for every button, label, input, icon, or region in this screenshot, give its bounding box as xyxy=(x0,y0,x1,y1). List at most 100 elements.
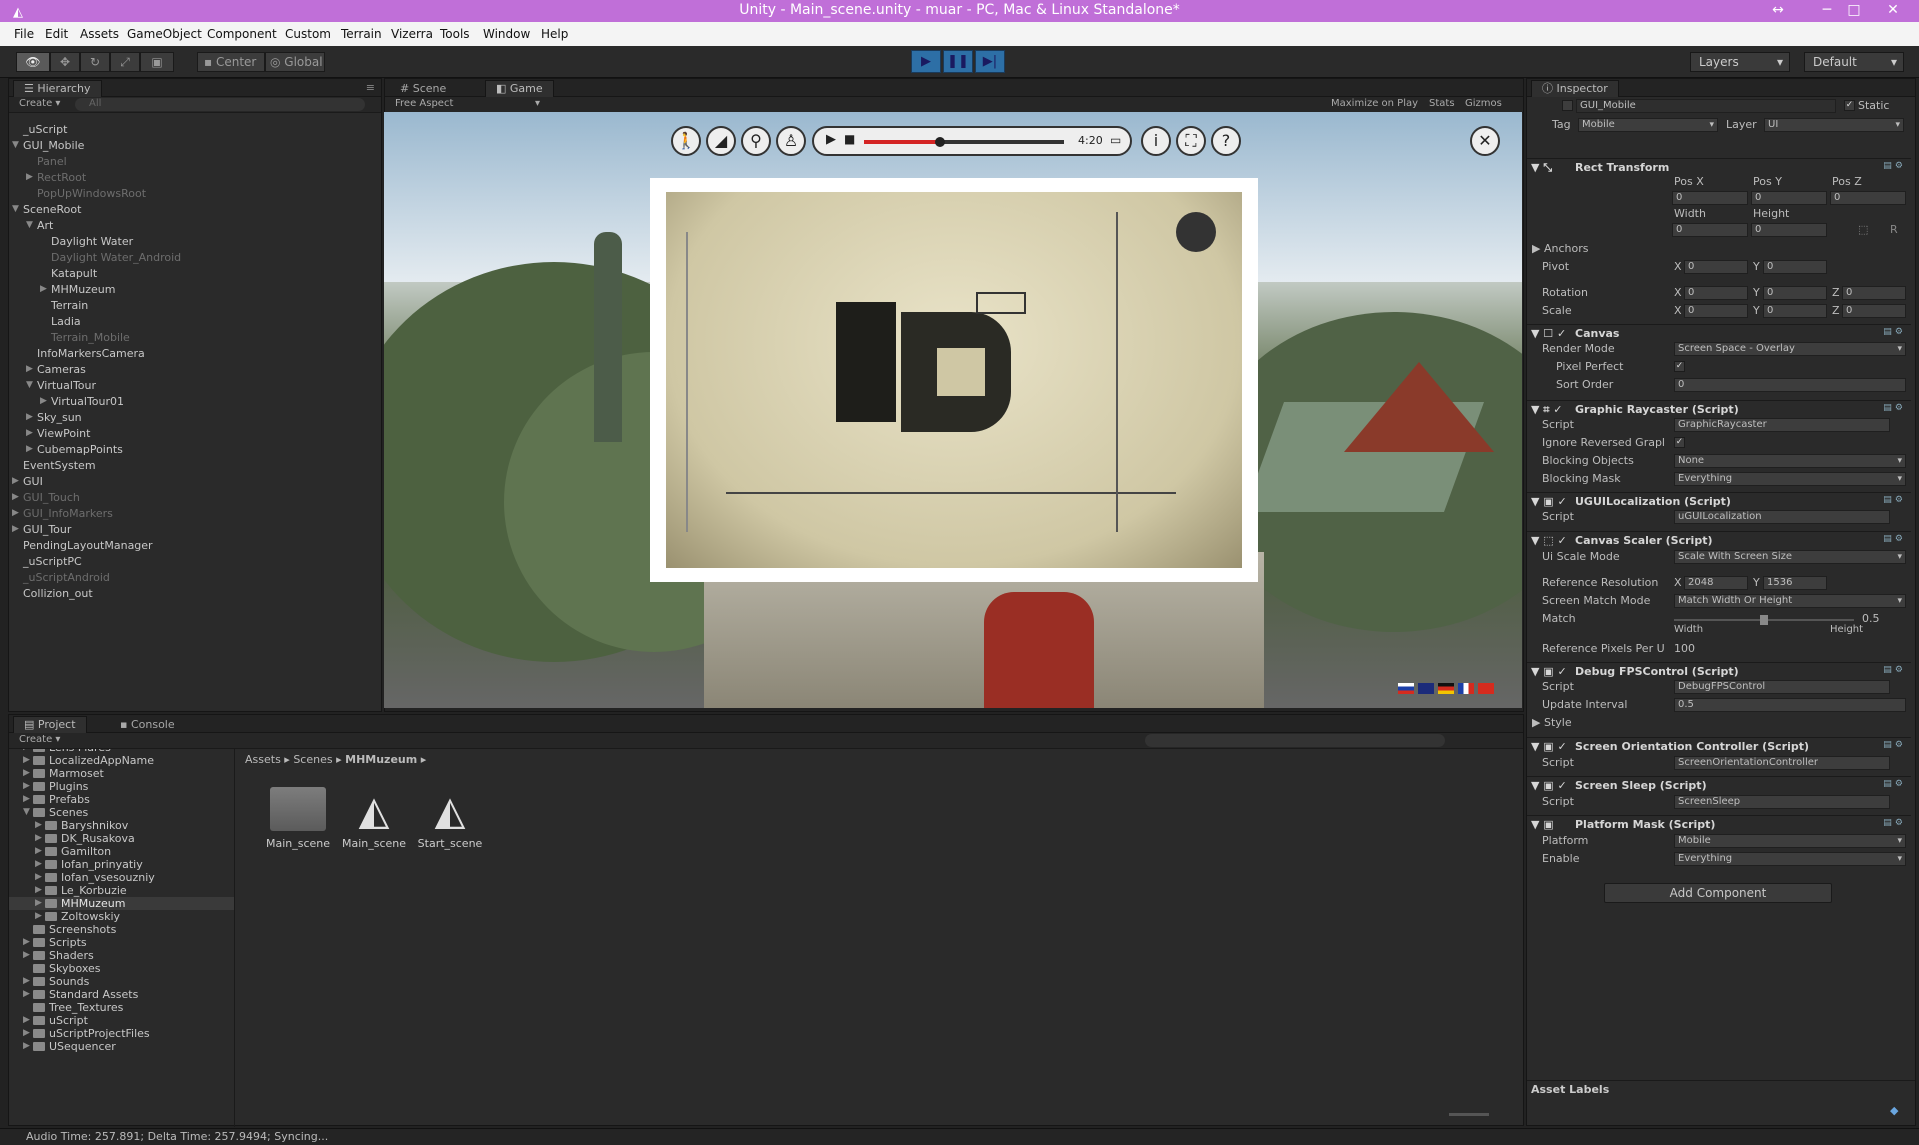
pos-x-field[interactable]: 0 xyxy=(1672,191,1748,205)
pivot-center-button[interactable]: ▪ Center xyxy=(197,52,265,72)
collapsed-arrow-icon[interactable]: ▶ xyxy=(23,1015,30,1025)
menu-component[interactable]: Component xyxy=(207,27,277,41)
fly-icon[interactable]: ◢ xyxy=(706,126,736,156)
hierarchy-item[interactable]: Ladia xyxy=(51,315,81,328)
tab-hierarchy[interactable]: ☰ Hierarchy xyxy=(13,80,102,97)
close-overlay-icon[interactable]: ✕ xyxy=(1470,126,1500,156)
fullscreen-icon[interactable]: ⛶ xyxy=(1176,126,1206,156)
hierarchy-item[interactable]: Terrain xyxy=(51,299,88,312)
menu-file[interactable]: File xyxy=(14,27,34,41)
hierarchy-item[interactable]: Katapult xyxy=(51,267,97,280)
canvas-header[interactable]: ▼ ☐ ✓ Canvas ▤ ⚙ xyxy=(1527,324,1911,342)
collapsed-arrow-icon[interactable]: ▶ xyxy=(35,872,42,882)
progress-knob[interactable] xyxy=(935,137,945,147)
tab-game[interactable]: ◧ Game xyxy=(485,80,554,97)
tab-project[interactable]: ▤ Project xyxy=(13,716,87,733)
resize-icon[interactable]: ↔ xyxy=(1766,0,1790,20)
collapsed-arrow-icon[interactable]: ▶ xyxy=(23,1028,30,1038)
hierarchy-item[interactable]: ▶ GUI_Touch xyxy=(12,491,80,504)
ignore-reversed-checkbox[interactable]: ✓ xyxy=(1674,437,1685,448)
collapsed-arrow-icon[interactable]: ▶ xyxy=(23,749,30,752)
tab-inspector[interactable]: ⓘ Inspector xyxy=(1531,80,1619,97)
hierarchy-item[interactable]: Panel xyxy=(37,155,67,168)
collapsed-arrow-icon[interactable]: ▶ xyxy=(23,768,30,778)
collapsed-arrow-icon[interactable]: ▶ xyxy=(35,820,42,830)
hierarchy-item[interactable]: ▶ ViewPoint xyxy=(26,427,90,440)
collapsed-arrow-icon[interactable]: ▶ xyxy=(23,976,30,986)
project-folder-item[interactable]: ▼ Scenes xyxy=(23,806,88,819)
canvas-scaler-header[interactable]: ▼ ⬚ ✓ Canvas Scaler (Script) ▤ ⚙ xyxy=(1527,531,1911,549)
aspect-dropdown[interactable]: Free Aspect xyxy=(395,98,453,109)
platform-dropdown[interactable]: Mobile xyxy=(1674,834,1906,848)
project-folder-item[interactable]: ▶ DK_Rusakova xyxy=(35,832,135,845)
hierarchy-item[interactable]: ▶ GUI_Tour xyxy=(12,523,71,536)
collapsed-arrow-icon[interactable]: ▶ xyxy=(40,396,47,406)
rotate-tool-button[interactable]: ↻ xyxy=(80,52,110,72)
icon-size-slider[interactable] xyxy=(1449,1113,1489,1116)
pause-button[interactable]: ❚❚ xyxy=(943,50,973,73)
asset-main-scene-folder[interactable]: Main_scene xyxy=(263,787,333,850)
hierarchy-item[interactable]: PendingLayoutManager xyxy=(23,539,153,552)
flag-cn-icon[interactable] xyxy=(1478,683,1494,694)
match-slider-knob[interactable] xyxy=(1760,615,1768,625)
project-folder-item[interactable]: ▶ Marmoset xyxy=(23,767,104,780)
hierarchy-item[interactable]: ▶ Cameras xyxy=(26,363,86,376)
game-view[interactable]: 🚶 ◢ ⚲ ♙ ▶ ■ 4:20 ▭ i ⛶ ? ✕ xyxy=(384,112,1522,708)
project-folder-item[interactable]: ▶ Standard Assets xyxy=(23,988,138,1001)
collapsed-arrow-icon[interactable]: ▶ xyxy=(23,950,30,960)
expanded-arrow-icon[interactable]: ▼ xyxy=(12,204,19,214)
expanded-arrow-icon[interactable]: ▼ xyxy=(26,380,33,390)
hierarchy-item[interactable]: ▼ SceneRoot xyxy=(12,203,81,216)
project-folder-item[interactable]: ▶ Sounds xyxy=(23,975,89,988)
flag-de-icon[interactable] xyxy=(1438,683,1454,694)
fps-control-header[interactable]: ▼ ▣ ✓ Debug FPSControl (Script) ▤ ⚙ xyxy=(1527,662,1911,680)
ref-pixels-value[interactable]: 100 xyxy=(1674,642,1695,655)
panel-menu-icon[interactable]: ≡ xyxy=(366,81,375,94)
expanded-arrow-icon[interactable]: ▼ xyxy=(23,807,30,817)
project-create-button[interactable]: Create ▾ xyxy=(19,734,60,745)
height-field[interactable]: 0 xyxy=(1751,223,1827,237)
rect-transform-header[interactable]: ▼ ⤡ Rect Transform ▤ ⚙ xyxy=(1527,158,1911,176)
hierarchy-item[interactable]: _uScriptAndroid xyxy=(23,571,110,584)
subtitles-icon[interactable]: ▭ xyxy=(1110,133,1121,147)
tab-console[interactable]: ▪ Console xyxy=(109,716,186,733)
menu-custom[interactable]: Custom xyxy=(285,27,331,41)
project-folder-item[interactable]: ▶ Iofan_prinyatiy xyxy=(35,858,143,871)
hierarchy-item[interactable]: ▶ GUI_InfoMarkers xyxy=(12,507,113,520)
collapsed-arrow-icon[interactable]: ▶ xyxy=(23,794,30,804)
project-search-input[interactable] xyxy=(1145,734,1445,747)
info-icon[interactable]: i xyxy=(1141,126,1171,156)
collapsed-arrow-icon[interactable]: ▶ xyxy=(12,524,19,534)
hierarchy-item[interactable]: ▶ Sky_sun xyxy=(26,411,82,424)
maximize-button[interactable]: □ xyxy=(1842,0,1866,20)
platform-mask-header[interactable]: ▼ ▣ Platform Mask (Script) ▤ ⚙ xyxy=(1527,815,1911,833)
tour-icon[interactable]: ♙ xyxy=(776,126,806,156)
collapsed-arrow-icon[interactable]: ▶ xyxy=(26,172,33,182)
menu-gameobject[interactable]: GameObject xyxy=(127,27,202,41)
move-tool-button[interactable]: ✥ xyxy=(50,52,80,72)
project-folder-item[interactable]: ▶ Iofan_vsesouzniy xyxy=(35,871,155,884)
scale-tool-button[interactable]: ⤢ xyxy=(110,52,140,72)
active-checkbox[interactable] xyxy=(1562,100,1573,111)
project-folder-item[interactable]: ▶ MHMuzeum xyxy=(9,897,234,910)
hand-tool-button[interactable]: 👁 xyxy=(16,52,50,72)
sort-order-field[interactable]: 0 xyxy=(1674,378,1906,392)
collapsed-arrow-icon[interactable]: ▶ xyxy=(12,476,19,486)
asset-main-scene[interactable]: ◭ Main_scene xyxy=(339,787,409,850)
hierarchy-search-input[interactable]: All xyxy=(75,98,365,111)
project-folder-item[interactable]: ▶ Le_Korbuzie xyxy=(35,884,127,897)
collapsed-arrow-icon[interactable]: ▶ xyxy=(35,846,42,856)
collapsed-arrow-icon[interactable]: ▶ xyxy=(23,989,30,999)
label-tag-icon[interactable]: ◆ xyxy=(1890,1104,1898,1117)
sleep-script-field[interactable]: ScreenSleep xyxy=(1674,795,1890,809)
tab-scene[interactable]: # Scene xyxy=(389,80,457,97)
flag-ru-icon[interactable] xyxy=(1398,683,1414,694)
stats-toggle[interactable]: Stats xyxy=(1429,98,1455,109)
pivot-y-field[interactable]: 0 xyxy=(1763,260,1827,274)
hierarchy-item[interactable]: ▶ GUI xyxy=(12,475,43,488)
match-slider[interactable] xyxy=(1674,615,1854,625)
add-component-button[interactable]: Add Component xyxy=(1604,883,1832,903)
static-checkbox[interactable]: ✓ xyxy=(1844,100,1855,111)
close-button[interactable]: ✕ xyxy=(1881,0,1905,20)
hierarchy-item[interactable]: Collizion_out xyxy=(23,587,93,600)
